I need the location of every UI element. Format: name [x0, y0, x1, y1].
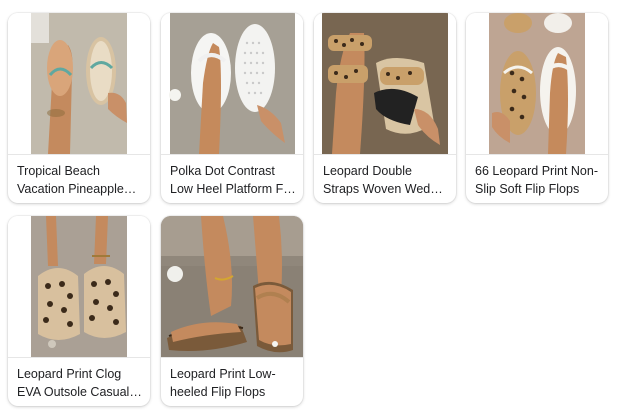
product-image[interactable]: [314, 13, 456, 154]
product-image-polka-dot-flip-flops: [161, 13, 303, 154]
product-image[interactable]: [466, 13, 608, 154]
product-title[interactable]: Leopard Double Straps Woven Wedge Sandal…: [323, 162, 449, 198]
product-card[interactable]: Leopard Print Low-heeled Flip Flops: [161, 216, 303, 406]
product-title[interactable]: Leopard Print Clog EVA Outsole Casual Sa…: [17, 365, 143, 401]
card-divider: [161, 357, 303, 358]
product-title[interactable]: Tropical Beach Vacation Pineapple Decor …: [17, 162, 143, 198]
card-divider: [314, 154, 456, 155]
product-image[interactable]: [161, 13, 303, 154]
card-divider: [161, 154, 303, 155]
product-title[interactable]: Polka Dot Contrast Low Heel Platform Fli…: [170, 162, 296, 198]
product-card[interactable]: Leopard Print Clog EVA Outsole Casual Sa…: [8, 216, 150, 406]
product-card[interactable]: Polka Dot Contrast Low Heel Platform Fli…: [161, 13, 303, 203]
product-grid: Tropical Beach Vacation Pineapple Decor …: [0, 0, 618, 420]
product-image-low-heel-leopard-flip-flops: [161, 216, 303, 357]
product-image-flip-flops-tan: [8, 13, 150, 154]
product-card[interactable]: 66 Leopard Print Non-Slip Soft Flip Flop…: [466, 13, 608, 203]
card-divider: [8, 154, 150, 155]
product-image[interactable]: [8, 13, 150, 154]
product-title[interactable]: Leopard Print Low-heeled Flip Flops: [170, 365, 296, 401]
product-card[interactable]: Tropical Beach Vacation Pineapple Decor …: [8, 13, 150, 203]
product-title[interactable]: 66 Leopard Print Non-Slip Soft Flip Flop…: [475, 162, 601, 198]
product-image-leopard-flip-flops: [466, 13, 608, 154]
product-image[interactable]: [161, 216, 303, 357]
product-card[interactable]: Leopard Double Straps Woven Wedge Sandal…: [314, 13, 456, 203]
product-image[interactable]: [8, 216, 150, 357]
card-divider: [8, 357, 150, 358]
product-image-leopard-wedge-sandals: [314, 13, 456, 154]
card-divider: [466, 154, 608, 155]
product-image-leopard-clogs: [8, 216, 150, 357]
